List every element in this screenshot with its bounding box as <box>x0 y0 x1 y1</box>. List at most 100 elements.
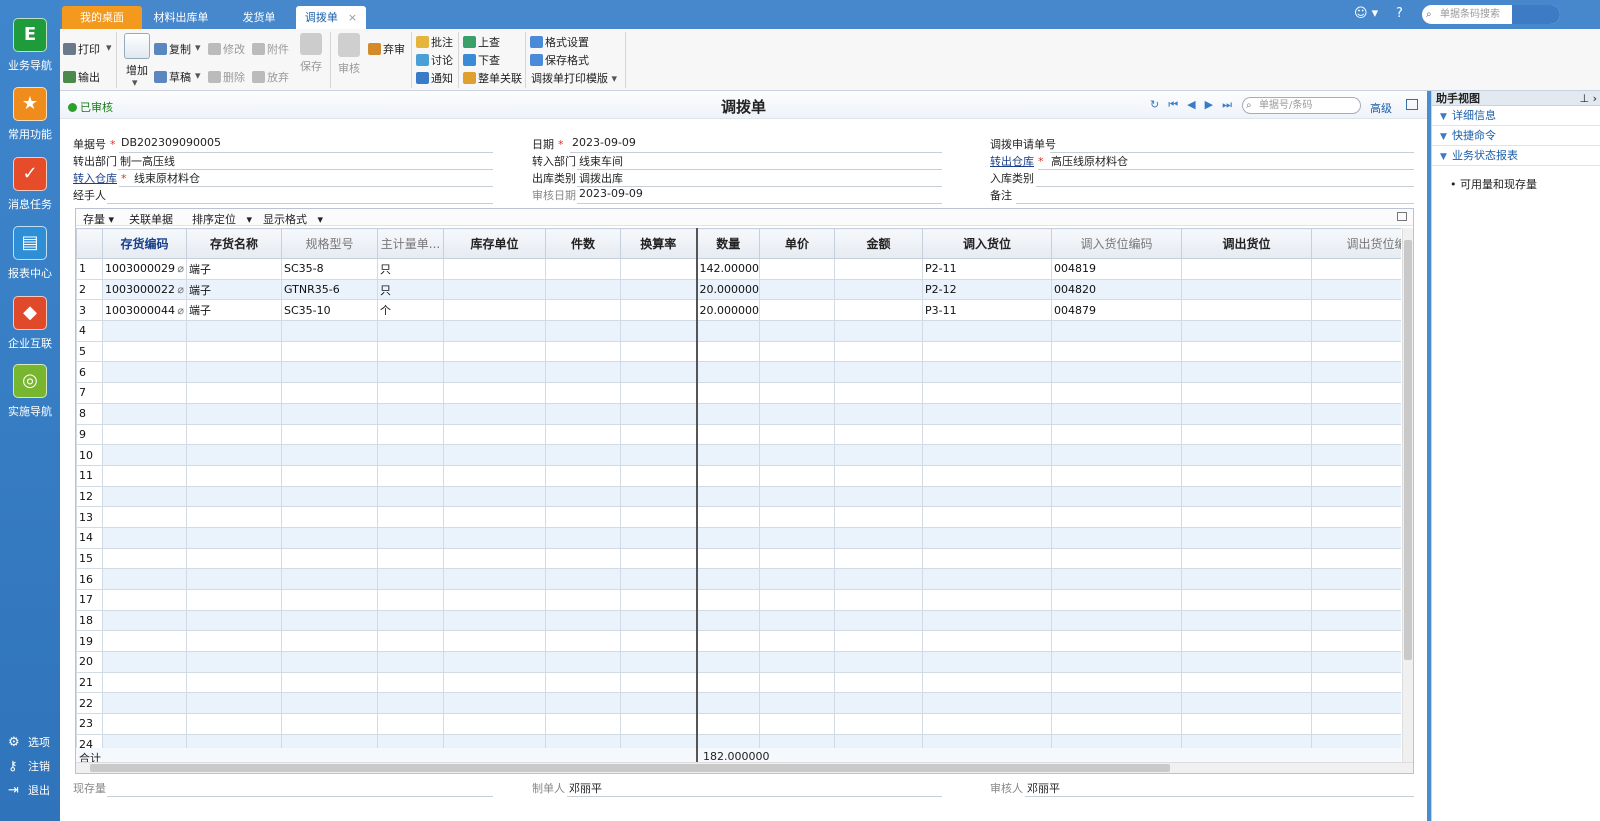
out-type-field-value[interactable]: 调拨出库 <box>579 170 623 186</box>
out-wh-field-label[interactable]: 转出仓库 <box>990 155 1034 168</box>
grid-cell[interactable] <box>759 402 835 425</box>
tab-desktop[interactable]: 我的桌面 <box>62 6 142 29</box>
grid-cell[interactable] <box>695 464 760 487</box>
out-dept-field-value[interactable]: 制一高压线 <box>120 153 175 169</box>
grid-cell[interactable] <box>695 485 760 508</box>
grid-cell[interactable] <box>545 526 621 549</box>
top-search-input[interactable]: ⌕ 单据条码搜索 <box>1422 5 1560 24</box>
grid-cell[interactable] <box>834 464 923 487</box>
grid-cell[interactable] <box>834 423 923 446</box>
date-field-value[interactable]: 2023-09-09 <box>572 136 636 149</box>
grid-cell[interactable] <box>1311 713 1401 735</box>
grid-cell[interactable] <box>443 444 546 466</box>
grid-cell[interactable] <box>922 651 1052 673</box>
grid-cell[interactable] <box>834 299 923 322</box>
table-row[interactable]: 14 <box>76 526 1401 549</box>
grid-cell[interactable] <box>545 485 621 508</box>
grid-cell[interactable] <box>1051 423 1182 446</box>
grid-cell[interactable] <box>620 278 697 301</box>
grid-cell[interactable]: 只 <box>377 258 444 280</box>
grid-cell[interactable] <box>759 547 835 570</box>
grid-cell[interactable] <box>186 382 282 404</box>
grid-cell[interactable] <box>1181 320 1312 342</box>
grid-cell[interactable] <box>834 547 923 570</box>
grid-cell[interactable] <box>620 589 697 611</box>
grid-cell[interactable] <box>620 651 697 673</box>
grid-cell[interactable] <box>545 733 621 748</box>
grid-cell[interactable] <box>1051 506 1182 528</box>
grid-cell[interactable] <box>1311 361 1401 384</box>
column-header[interactable]: 调出货位编 <box>1311 228 1401 259</box>
grid-cell[interactable] <box>443 526 546 549</box>
grid-cell[interactable] <box>1311 630 1401 653</box>
grid-cell[interactable] <box>281 692 378 715</box>
table-row[interactable]: 3 1003000044 ⌀ 端子 SC35-10 个 20.000000 P3-11 0048… <box>76 299 1401 322</box>
grid-cell[interactable] <box>1181 402 1312 425</box>
grid-cell[interactable]: 1003000044 ⌀ <box>102 299 187 322</box>
grid-cell[interactable] <box>1181 547 1312 570</box>
grid-cell[interactable] <box>1311 589 1401 611</box>
next-record-icon[interactable]: ▶ <box>1205 98 1222 111</box>
grid-cell[interactable] <box>922 526 1052 549</box>
grid-cell[interactable] <box>922 340 1052 363</box>
grid-cell[interactable] <box>1311 423 1401 446</box>
grid-cell[interactable] <box>1181 382 1312 404</box>
grid-cell[interactable] <box>443 320 546 342</box>
grid-cell[interactable] <box>1051 382 1182 404</box>
grid-cell[interactable]: 1003000029 ⌀ <box>102 258 187 280</box>
grid-cell[interactable] <box>922 733 1052 748</box>
horizontal-scrollbar[interactable] <box>76 762 1413 773</box>
column-header[interactable]: 规格型号 <box>281 228 378 259</box>
grid-cell[interactable] <box>281 609 378 632</box>
grid-cell[interactable] <box>186 320 282 342</box>
grid-cell[interactable] <box>1311 278 1401 301</box>
grid-cell[interactable] <box>1181 671 1312 694</box>
grid-cell[interactable] <box>281 382 378 404</box>
grid-cell[interactable] <box>443 402 546 425</box>
grid-cell[interactable] <box>443 671 546 694</box>
grid-cell[interactable] <box>281 485 378 508</box>
grid-cell[interactable] <box>281 733 378 748</box>
grid-cell[interactable] <box>922 320 1052 342</box>
grid-cell[interactable] <box>834 320 923 342</box>
grid-cell[interactable] <box>1311 258 1401 280</box>
grid-cell[interactable] <box>620 733 697 748</box>
grid-cell[interactable] <box>834 506 923 528</box>
grid-cell[interactable] <box>377 526 444 549</box>
next-lookup-button[interactable]: 下查 <box>463 52 500 68</box>
grid-cell[interactable] <box>1051 630 1182 653</box>
grid-cell[interactable] <box>545 589 621 611</box>
grid-cell[interactable] <box>695 692 760 715</box>
grid-cell[interactable] <box>620 361 697 384</box>
grid-cell[interactable] <box>186 589 282 611</box>
grid-cell[interactable] <box>1311 506 1401 528</box>
attachment-icon[interactable]: ⌀ <box>177 262 184 275</box>
table-row[interactable]: 2 1003000022 ⌀ 端子 GTNR35-6 只 20.000000 P2-12 004… <box>76 278 1401 301</box>
tab-delivery[interactable]: 发货单 <box>228 6 290 29</box>
grid-cell[interactable] <box>834 733 923 748</box>
grid-cell[interactable]: 端子 <box>186 299 282 322</box>
grid-cell[interactable] <box>102 464 187 487</box>
last-record-icon[interactable]: ⏭ <box>1222 98 1241 111</box>
grid-cell[interactable] <box>620 506 697 528</box>
column-header[interactable]: 主计量单... <box>377 228 444 259</box>
grid-cell[interactable] <box>102 340 187 363</box>
sidebar-item-3[interactable]: ▤ 报表中心 <box>0 226 60 281</box>
delete-button[interactable]: 删除 <box>208 69 245 85</box>
grid-cell[interactable] <box>834 382 923 404</box>
grid-cell[interactable] <box>922 547 1052 570</box>
sidebar-bottom-2[interactable]: ⇥ 退出 <box>8 782 50 798</box>
grid-cell[interactable] <box>695 340 760 363</box>
grid-cell[interactable] <box>186 630 282 653</box>
prev-record-icon[interactable]: ◀ <box>1187 98 1204 111</box>
grid-cell[interactable] <box>695 444 760 466</box>
grid-cell[interactable]: 20.000000 <box>695 278 760 301</box>
grid-cell[interactable] <box>186 547 282 570</box>
grid-cell[interactable]: 20.000000 <box>695 299 760 322</box>
grid-cell[interactable] <box>186 340 282 363</box>
grid-cell[interactable]: SC35-10 <box>281 299 378 322</box>
attach-button[interactable]: 附件 <box>252 41 289 57</box>
in-dept-field-value[interactable]: 线束车间 <box>579 153 623 169</box>
tab-transfer[interactable]: 调拨单 × <box>296 6 366 29</box>
grid-cell[interactable] <box>1181 485 1312 508</box>
